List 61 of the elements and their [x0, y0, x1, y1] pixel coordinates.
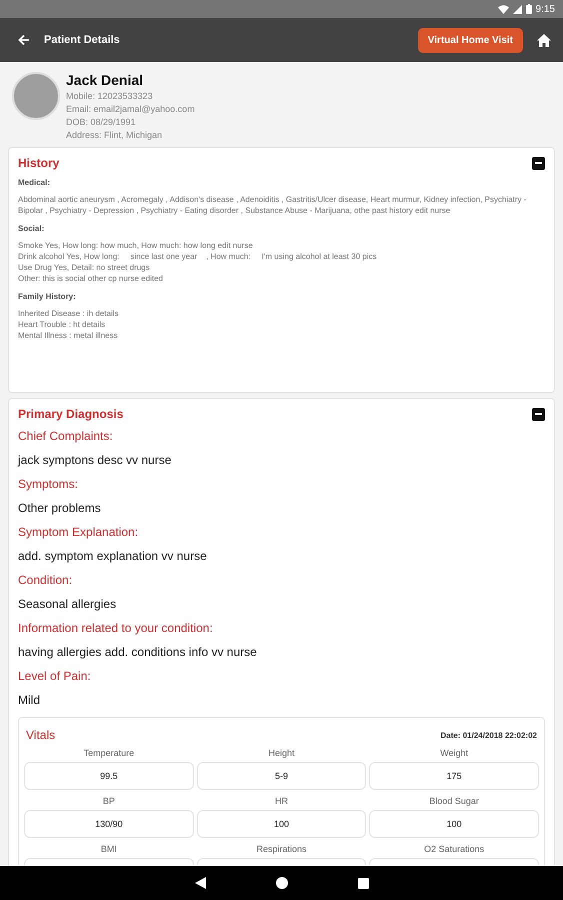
vital-label: Height: [268, 748, 294, 758]
back-arrow-icon[interactable]: [18, 34, 30, 46]
field-value: Mild: [18, 693, 42, 707]
history-text: Inherited Disease : ih details: [18, 308, 120, 319]
field-value: Other problems: [18, 501, 102, 515]
wifi-icon: [498, 4, 509, 14]
patient-detail: DOB: 08/29/1991: [66, 117, 137, 127]
vital-label: Respirations: [256, 844, 306, 854]
field-value: add. symptom explanation vv nurse: [18, 549, 208, 563]
field-value: Seasonal allergies: [18, 597, 118, 611]
patient-detail: Mobile: 12023533323: [66, 91, 154, 101]
vital-label: Temperature: [84, 748, 134, 758]
section-heading: Family History:: [18, 292, 77, 301]
card-title: Primary Diagnosis: [18, 407, 124, 421]
field-label: Information related to your condition:: [18, 621, 214, 635]
patient-name: Jack Denial: [66, 72, 144, 88]
back-icon[interactable]: [194, 877, 206, 889]
field-label: Chief Complaints:: [18, 429, 114, 443]
history-text: Smoke Yes, How long: how much, How much: how long edit nurse: [18, 240, 254, 251]
status-time: 9:15: [536, 4, 555, 14]
home-circle-icon[interactable]: [276, 877, 288, 889]
signal-icon: [512, 4, 522, 14]
virtual-visit-button[interactable]: Virtual Home Visit: [418, 28, 523, 52]
patient-detail: Email: email2jamal@yahoo.com: [66, 104, 195, 114]
history-text: Drink alcohol Yes, How long: since last one year , How much: I'm using alcohol at least 30 pics: [18, 251, 378, 262]
field-label: Symptom Explanation:: [18, 525, 140, 539]
collapse-button[interactable]: [532, 156, 545, 170]
vital-label: O2 Saturations: [424, 844, 484, 854]
field-label: Condition:: [18, 573, 74, 587]
collapse-button[interactable]: [532, 408, 545, 420]
recents-square-icon[interactable]: [358, 878, 368, 888]
section-heading: Social:: [18, 224, 46, 233]
screen-title: Patient Details: [44, 34, 121, 46]
vital-label: Weight: [440, 748, 468, 758]
vital-label: BP: [102, 796, 115, 806]
history-text: Heart Trouble : ht details: [18, 319, 106, 330]
field-label: Level of Pain:: [18, 669, 92, 683]
history-text: Abdominal aortic aneurysm , Acromegaly , Addison's disease , Adenoiditis , Gastritis/Ulcer disease, Heart murmur, Kidney infection, Psychiatry - Bipolar , Psychiatry - Depression , Psychiatry - Eating disorder , Substance Abuse - Marijuana, othe past history edit nurse: [18, 194, 528, 216]
history-text: Use Drug Yes, Detail: no street drugs: [18, 262, 151, 273]
history-text: Mental Illness : metal illness: [18, 330, 119, 341]
vital-label: Blood Sugar: [429, 796, 479, 806]
home-icon[interactable]: [537, 34, 551, 46]
battery-icon: [526, 4, 532, 14]
vital-label: BMI: [100, 844, 117, 854]
history-text: Other: this is social other cp nurse edited: [18, 273, 164, 284]
section-heading: Medical:: [18, 178, 52, 187]
patient-detail: Address: Flint, Michigan: [66, 130, 164, 140]
vital-value: 99.5: [24, 762, 194, 790]
card-title: History: [18, 156, 60, 170]
vital-value: 100: [196, 810, 366, 838]
vital-label: HR: [274, 796, 288, 806]
avatar-placeholder: [12, 72, 60, 120]
field-label: Symptoms:: [18, 477, 80, 491]
vitals-title: Vitals: [26, 728, 56, 742]
vital-value: 130/90: [24, 810, 194, 838]
vital-value: 175: [369, 762, 539, 790]
field-value: having allergies add. conditions info vv nurse: [18, 645, 258, 659]
vital-value: 100: [369, 810, 539, 838]
vital-value: 5-9: [196, 762, 366, 790]
field-value: jack symptons desc vv nurse: [18, 453, 172, 467]
vitals-date: Date: 01/24/2018 22:02:02: [440, 730, 537, 740]
